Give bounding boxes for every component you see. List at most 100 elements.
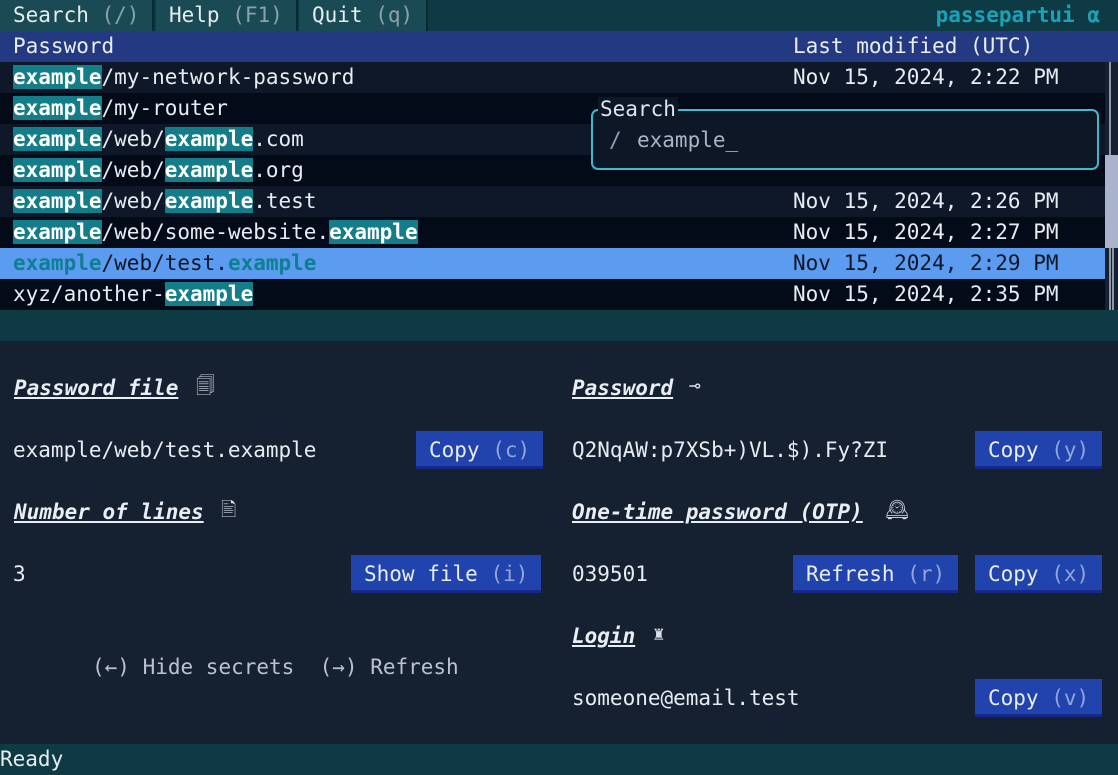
entry-name-segment: .com [253,127,304,151]
password-file-label: Password file [14,376,179,400]
entry-name-segment: .test [253,189,317,213]
refresh-otp-button[interactable]: Refresh (r) [793,555,959,593]
copy-otp-button[interactable]: Copy (x) [975,555,1103,593]
panel-divider [0,310,1118,341]
password-entry-name: example/web/example.com [13,124,304,155]
password-entry-name: example/web/example.org [13,155,304,186]
search-menu-label: Search [13,3,89,27]
password-entry-name: example/web/test.example [13,248,316,279]
search-menu-button[interactable]: Search (/) [0,0,155,31]
table-row[interactable]: example/web/example.test Nov 15, 2024, 2:… [0,186,1105,217]
refresh-hint[interactable]: Refresh [370,655,459,679]
help-menu-button[interactable]: Help (F1) [156,0,298,31]
help-menu-label: Help [169,3,220,27]
search-prompt: / [609,128,622,152]
login-label: Login [572,624,636,648]
password-label: Password [572,376,674,400]
otp-label: One-time password (OTP) [572,500,863,524]
hide-secrets-key: (←) [92,655,130,679]
password-entry-name: example/my-network-password [13,62,354,93]
search-match-highlight: example [164,282,254,306]
copy-file-key: (c) [492,438,531,462]
quit-menu-button[interactable]: Quit (q) [299,0,429,31]
table-header: Password Last modified (UTC) [0,31,1118,62]
entry-name-segment: xyz/another- [13,282,165,306]
search-match-highlight: example [13,251,102,275]
entry-name-segment: /web/test. [101,251,228,275]
entry-name-segment: /web/some-website. [101,220,330,244]
last-modified-date: Nov 15, 2024, 2:29 PM [793,251,1059,275]
table-row[interactable]: example/web/test.example Nov 15, 2024, 2:… [0,248,1105,279]
number-of-lines-value: 3 [13,562,26,586]
copy-login-key: (v) [1051,686,1090,710]
copy-login-button[interactable]: Copy (v) [975,679,1103,717]
search-popup-title: Search [598,97,678,121]
password-entry-name: example/web/some-website.example [13,217,418,248]
search-match-highlight: example [164,189,254,213]
key-icon: ⊸ [689,375,701,397]
copy-login-label: Copy [988,686,1039,710]
show-file-label: Show file [364,562,478,586]
search-match-highlight: example [164,158,254,182]
help-menu-key: (F1) [232,3,283,27]
search-input[interactable]: example_ [637,125,738,156]
password-entry-name: example/my-router [13,93,228,124]
entry-name-segment: /web/ [101,189,165,213]
top-menu-bar: Search (/) Help (F1) Quit (q) passepartu… [0,0,1118,31]
last-modified-date: Nov 15, 2024, 2:26 PM [793,189,1059,213]
last-modified-date: Nov 15, 2024, 2:35 PM [793,282,1059,306]
clock-icon: 🕰 [885,499,910,521]
lines-icon: 🖹 [221,499,237,521]
hints-row: (←) Hide secrets (→) Refresh [92,652,459,683]
login-value: someone@email.test [572,686,800,710]
refresh-key: (→) [319,655,358,679]
password-file-value: example/web/test.example [13,438,317,462]
table-row[interactable]: example/web/some-website.example Nov 15, … [0,217,1105,248]
otp-value: 039501 [572,562,648,586]
table-row[interactable]: example/my-network-password Nov 15, 2024,… [0,62,1105,93]
user-icon: ♜ [653,623,665,645]
status-bar: Ready [0,744,1118,775]
entry-name-segment: /my-router [101,96,228,120]
search-match-highlight: example [13,158,102,182]
entry-name-segment: .org [253,158,304,182]
number-of-lines-label: Number of lines [14,500,204,524]
search-match-highlight: example [13,127,102,151]
password-entry-name: example/web/example.test [13,186,316,217]
search-match-highlight: example [227,251,317,275]
entry-name-segment: /web/ [101,127,165,151]
app-brand: passepartui α [935,3,1100,27]
show-file-key: (i) [490,562,529,586]
copy-password-key: (y) [1051,438,1090,462]
copy-password-button[interactable]: Copy (y) [975,431,1103,469]
copy-otp-label: Copy [988,562,1039,586]
copy-file-button[interactable]: Copy (c) [416,431,544,469]
copy-file-label: Copy [429,438,480,462]
quit-menu-key: (q) [375,3,414,27]
password-column-header[interactable]: Password [13,31,114,62]
refresh-otp-key: (r) [907,562,946,586]
last-modified-date: Nov 15, 2024, 2:27 PM [793,220,1059,244]
search-match-highlight: example [164,127,254,151]
copy-password-label: Copy [988,438,1039,462]
table-row[interactable]: xyz/another-example Nov 15, 2024, 2:35 PM [0,279,1105,310]
scrollbar-thumb[interactable] [1105,155,1118,248]
entry-name-segment: /web/ [101,158,165,182]
refresh-otp-label: Refresh [806,562,895,586]
show-file-button[interactable]: Show file (i) [351,555,542,593]
hide-secrets-hint[interactable]: Hide secrets [143,655,295,679]
search-match-highlight: example [13,96,102,120]
scrollbar-track-lower[interactable] [1112,248,1114,310]
password-value: Q2NqAW:p7XSb+)VL.$).Fy?ZI [572,438,889,462]
search-match-highlight: example [329,220,418,244]
quit-menu-label: Quit [312,3,363,27]
last-modified-date: Nov 15, 2024, 2:22 PM [793,65,1059,89]
search-match-highlight: example [13,189,102,213]
copy-otp-key: (x) [1051,562,1090,586]
password-entry-name: xyz/another-example [13,279,254,310]
search-match-highlight: example [13,220,102,244]
modified-column-header[interactable]: Last modified (UTC) [793,31,1033,62]
search-match-highlight: example [13,65,102,89]
entry-name-segment: /my-network-password [101,65,355,89]
search-menu-key: (/) [101,3,140,27]
